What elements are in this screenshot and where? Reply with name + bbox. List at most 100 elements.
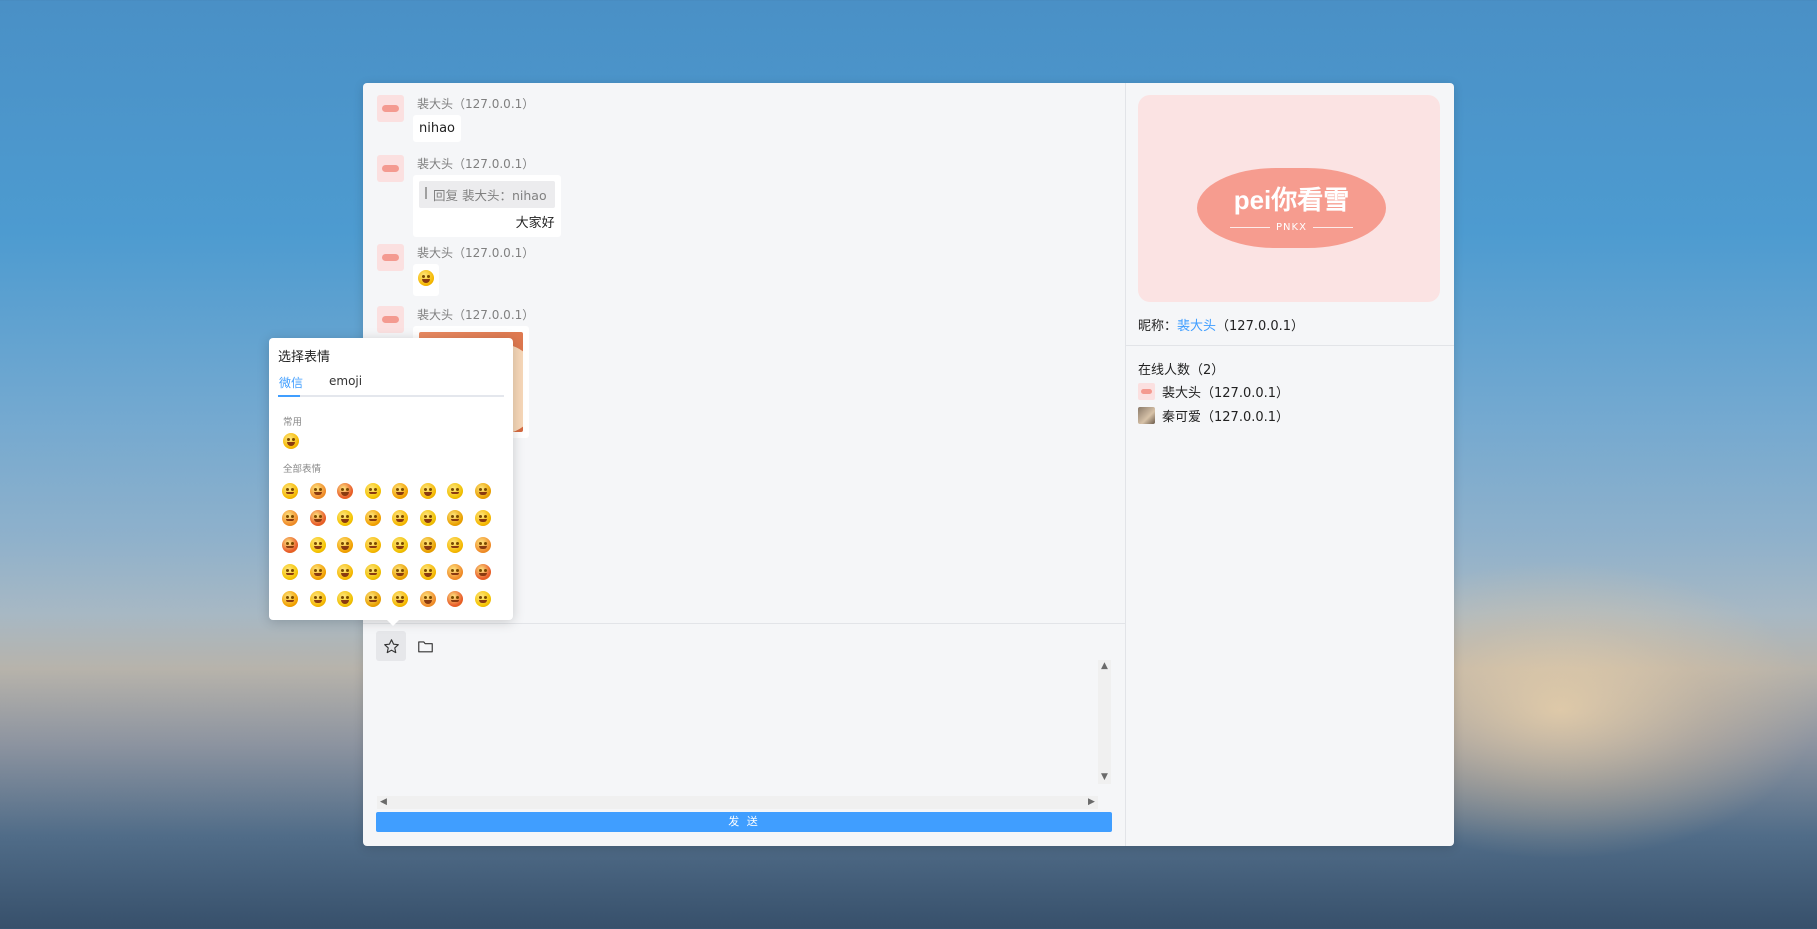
message-meta: 裴大头（127.0.0.1） xyxy=(417,95,534,112)
emoji-item[interactable] xyxy=(392,510,408,526)
emoji-item[interactable] xyxy=(282,591,298,607)
emoji-item[interactable] xyxy=(337,483,353,499)
file-button[interactable] xyxy=(410,631,440,661)
emoji-item[interactable] xyxy=(309,591,326,607)
online-count: 在线人数（2） xyxy=(1138,363,1225,378)
message-meta: 裴大头（127.0.0.1） xyxy=(417,244,534,261)
nickname-row: 昵称：裴大头（127.0.0.1） xyxy=(1138,315,1304,334)
message-bubble[interactable]: nihao xyxy=(413,115,462,142)
emoji-item[interactable] xyxy=(282,483,298,499)
online-user[interactable]: 裴大头 （127.0.0.1） xyxy=(1138,382,1289,401)
emoji-item[interactable] xyxy=(419,537,436,553)
message-meta: 裴大头（127.0.0.1） xyxy=(417,306,534,323)
emoji-item[interactable] xyxy=(419,483,436,499)
sidebar-divider xyxy=(1126,345,1454,346)
avatar xyxy=(377,244,404,271)
user-name: 秦可爱 xyxy=(1162,410,1202,425)
avatar xyxy=(377,155,404,182)
user-ip: （127.0.0.1） xyxy=(1201,410,1290,425)
emoji-item[interactable] xyxy=(364,591,381,607)
emoji-item[interactable] xyxy=(309,537,326,553)
reply-quote: 回复 裴大头：nihao xyxy=(419,181,555,208)
message-meta: 裴大头（127.0.0.1） xyxy=(417,155,534,172)
emoji-item[interactable] xyxy=(447,483,463,499)
emoji-item[interactable] xyxy=(364,483,381,499)
tab-wechat[interactable]: 微信 xyxy=(279,374,303,391)
chat-window: 裴大头（127.0.0.1） nihao 裴大头（127.0.0.1） 回复 裴… xyxy=(363,83,1454,846)
emoji-item[interactable] xyxy=(392,591,408,607)
emoji-item[interactable] xyxy=(419,564,436,580)
sender-ip: （127.0.0.1） xyxy=(453,97,535,111)
reply-text: 大家好 xyxy=(515,216,555,231)
emoji-item[interactable] xyxy=(364,537,381,553)
picker-title: 选择表情 xyxy=(278,350,331,365)
emoji-item[interactable] xyxy=(337,591,353,607)
logo-title: pei你看雪 xyxy=(1233,185,1350,215)
user-name: 裴大头 xyxy=(1162,386,1202,401)
emoji-button[interactable] xyxy=(376,631,406,661)
online-user[interactable]: 秦可爱 （127.0.0.1） xyxy=(1138,406,1289,425)
sender-name: 裴大头 xyxy=(417,308,454,322)
emoji-item[interactable] xyxy=(337,537,353,553)
sender-ip: （127.0.0.1） xyxy=(453,157,535,171)
star-icon xyxy=(383,638,399,653)
emoji-item[interactable] xyxy=(282,537,298,553)
scroll-up-icon[interactable]: ▲ xyxy=(1098,660,1111,673)
emoji-item[interactable] xyxy=(309,483,326,499)
folder-icon xyxy=(417,640,433,652)
tab-active-indicator xyxy=(278,395,300,397)
sender-ip: （127.0.0.1） xyxy=(453,246,535,260)
message-bubble[interactable]: 回复 裴大头：nihao 大家好 xyxy=(413,175,561,237)
emoji-item[interactable] xyxy=(282,564,298,580)
nickname-link[interactable]: 裴大头 xyxy=(1177,319,1216,334)
emoji-item[interactable] xyxy=(282,510,298,526)
avatar xyxy=(1138,407,1155,424)
emoji-item[interactable] xyxy=(447,537,463,553)
profile-cover: pei你看雪 PNKX xyxy=(1138,95,1440,302)
emoji-item[interactable] xyxy=(474,483,491,499)
nickname-ip: （127.0.0.1） xyxy=(1216,319,1305,334)
emoji-item[interactable] xyxy=(474,537,491,553)
emoji-item[interactable] xyxy=(419,510,436,526)
avatar xyxy=(377,306,404,333)
emoji-item[interactable] xyxy=(447,591,463,607)
avatar xyxy=(377,95,404,122)
toolbar-divider xyxy=(363,623,1125,624)
emoji-picker: 选择表情 微信 emoji 常用 全部表情 xyxy=(269,338,513,626)
emoji-item[interactable] xyxy=(474,564,491,580)
sender-name: 裴大头 xyxy=(417,157,454,171)
section-all-label: 全部表情 xyxy=(283,464,322,475)
emoji-item[interactable] xyxy=(392,537,408,553)
user-ip: （127.0.0.1） xyxy=(1201,386,1290,401)
scroll-down-icon[interactable]: ▼ xyxy=(1098,771,1111,784)
emoji-item[interactable] xyxy=(419,591,436,607)
tab-emoji[interactable]: emoji xyxy=(329,374,362,388)
avatar xyxy=(1138,383,1155,400)
section-common-label: 常用 xyxy=(283,417,303,428)
vertical-scrollbar[interactable]: ▲ ▼ xyxy=(1098,660,1111,784)
emoji-item[interactable] xyxy=(364,564,381,580)
brand-logo: pei你看雪 PNKX xyxy=(1197,168,1386,248)
sender-name: 裴大头 xyxy=(417,97,454,111)
emoji-item[interactable] xyxy=(309,510,326,526)
emoji-item[interactable] xyxy=(392,564,408,580)
horizontal-scrollbar[interactable]: ◀ ▶ xyxy=(377,796,1098,809)
emoji-item[interactable] xyxy=(474,510,491,526)
emoji-item[interactable] xyxy=(364,510,381,526)
emoji-item[interactable] xyxy=(392,483,408,499)
emoji-item[interactable] xyxy=(474,591,491,607)
emoji-item[interactable] xyxy=(337,510,353,526)
message-bubble[interactable] xyxy=(413,264,439,296)
emoji-item[interactable] xyxy=(447,510,463,526)
emoji-item[interactable] xyxy=(447,564,463,580)
emoji-item[interactable] xyxy=(337,564,353,580)
sender-name: 裴大头 xyxy=(417,246,454,260)
sender-ip: （127.0.0.1） xyxy=(453,308,535,322)
scroll-right-icon[interactable]: ▶ xyxy=(1085,796,1098,809)
emoji-item[interactable] xyxy=(309,564,326,580)
logo-subtitle: PNKX xyxy=(1197,222,1386,233)
grin-emoji[interactable] xyxy=(283,433,299,449)
scroll-left-icon[interactable]: ◀ xyxy=(377,796,390,809)
send-button[interactable]: 发 送 xyxy=(376,812,1112,832)
nickname-label: 昵称： xyxy=(1138,319,1178,334)
